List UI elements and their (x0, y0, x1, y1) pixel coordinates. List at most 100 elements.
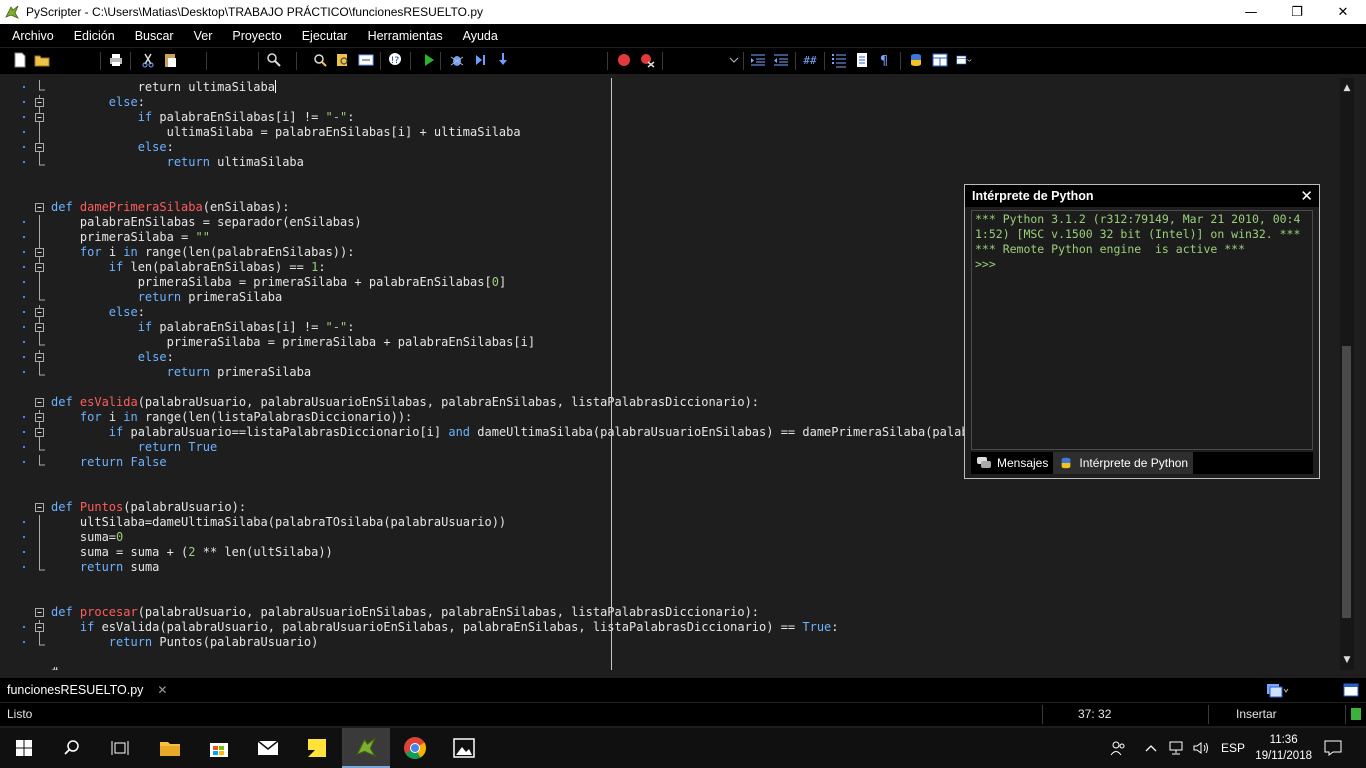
code-line[interactable]: primeraSilaba = "" (51, 230, 1062, 245)
code-line[interactable] (51, 380, 1062, 395)
code-line[interactable]: if esValida(palabraUsuario, palabraUsuar… (51, 620, 1062, 635)
code-line[interactable]: return primeraSilaba (51, 365, 1062, 380)
debug-icon[interactable] (449, 52, 465, 68)
breakpoint-marker[interactable] (23, 326, 25, 328)
code-line[interactable]: else: (51, 95, 1062, 110)
code-line[interactable]: return True (51, 440, 1062, 455)
minimize-button[interactable]: — (1228, 0, 1274, 24)
clock[interactable]: 11:36 19/11/2018 (1255, 732, 1312, 764)
step-into-icon[interactable] (495, 52, 511, 68)
breakpoint-marker[interactable] (23, 551, 25, 553)
code-line[interactable] (51, 575, 1062, 590)
tab-interprete[interactable]: Intérprete de Python (1053, 452, 1194, 474)
network-icon[interactable] (1168, 728, 1186, 768)
fold-marker[interactable] (35, 425, 44, 440)
find-icon[interactable] (266, 52, 282, 68)
code-line[interactable]: return False (51, 455, 1062, 470)
tab-mensajes[interactable]: Mensajes (971, 452, 1053, 474)
code-line[interactable]: ultimaSilaba = palabraEnSilabas[i] + ult… (51, 125, 1062, 140)
code-line[interactable]: for i in range(len(palabraEnSilabas)): (51, 245, 1062, 260)
menu-edicion[interactable]: Edición (71, 29, 118, 43)
file-info-icon[interactable] (854, 52, 870, 68)
code-line[interactable]: palabraEnSilabas = separador(enSilabas) (51, 215, 1062, 230)
fold-marker[interactable] (35, 503, 44, 512)
editor-vertical-scrollbar[interactable]: ▲ ▼ (1340, 78, 1354, 670)
breakpoint-marker[interactable] (23, 341, 25, 343)
maximize-editor-icon[interactable] (1343, 682, 1359, 698)
fold-marker[interactable] (35, 305, 44, 320)
fold-marker[interactable] (35, 320, 44, 335)
volume-icon[interactable] (1192, 728, 1210, 768)
scroll-thumb[interactable] (1342, 346, 1351, 618)
breakpoint-marker[interactable] (23, 101, 25, 103)
taskbar-store[interactable] (195, 728, 243, 768)
dedent-icon[interactable] (773, 52, 789, 68)
code-line[interactable] (51, 170, 1062, 185)
code-line[interactable] (51, 470, 1062, 485)
code-line[interactable]: if len(palabraEnSilabas) == 1: (51, 260, 1062, 275)
replace-icon[interactable] (312, 52, 328, 68)
code-line[interactable]: return Puntos(palabraUsuario) (51, 635, 1062, 650)
breakpoint-marker[interactable] (23, 251, 25, 253)
new-file-icon[interactable] (12, 52, 28, 68)
menu-archivo[interactable]: Archivo (9, 29, 57, 43)
menu-ejecutar[interactable]: Ejecutar (299, 29, 351, 43)
code-line[interactable] (51, 590, 1062, 605)
breakpoint-marker[interactable] (23, 371, 25, 373)
close-button[interactable]: ✕ (1320, 0, 1366, 24)
breakpoint-marker[interactable] (23, 431, 25, 433)
code-line[interactable]: def esValida(palabraUsuario, palabraUsua… (51, 395, 1062, 410)
code-line[interactable]: primeraSilaba = primeraSilaba + palabraE… (51, 275, 1062, 290)
breakpoint-marker[interactable] (23, 566, 25, 568)
breakpoint-marker[interactable] (23, 131, 25, 133)
fold-marker[interactable] (35, 260, 44, 275)
cut-icon[interactable] (140, 52, 156, 68)
fold-marker[interactable] (35, 410, 44, 425)
breakpoint-marker[interactable] (23, 236, 25, 238)
taskbar-sticky-notes[interactable] (293, 728, 341, 768)
fold-marker[interactable] (35, 620, 44, 635)
python-icon[interactable] (908, 52, 924, 68)
code-line[interactable]: if palabraEnSilabas[i] != "-": (51, 320, 1062, 335)
code-line[interactable]: return suma (51, 560, 1062, 575)
open-file-icon[interactable] (34, 52, 50, 68)
breakpoint-marker[interactable] (23, 356, 25, 358)
breakpoint-marker[interactable] (23, 281, 25, 283)
fold-marker[interactable] (35, 608, 44, 617)
paste-icon[interactable] (162, 52, 178, 68)
breakpoint-marker[interactable] (23, 311, 25, 313)
scroll-down-icon[interactable]: ▼ (1340, 652, 1354, 668)
code-line[interactable]: def procesar(palabraUsuario, palabraUsua… (51, 605, 1062, 620)
fold-marker[interactable] (35, 398, 44, 407)
menu-proyecto[interactable]: Proyecto (229, 29, 284, 43)
maximize-button[interactable]: ❐ (1274, 0, 1320, 24)
breakpoint-marker[interactable] (23, 461, 25, 463)
fold-marker[interactable] (35, 140, 44, 155)
breakpoint-icon[interactable] (616, 52, 632, 68)
fold-marker[interactable] (35, 110, 44, 125)
code-line[interactable]: ultSilaba=dameUltimaSilaba(palabraTOsila… (51, 515, 1062, 530)
taskbar-pyscripter[interactable] (342, 728, 390, 768)
file-tab-close-icon[interactable]: ✕ (157, 683, 167, 697)
code-line[interactable] (51, 185, 1062, 200)
comment-icon[interactable]: ## (802, 52, 818, 68)
start-button[interactable] (0, 728, 48, 768)
breakpoint-marker[interactable] (23, 146, 25, 148)
breakpoint-marker[interactable] (23, 296, 25, 298)
list-icon[interactable] (831, 52, 847, 68)
code-line[interactable]: else: (51, 350, 1062, 365)
fold-marker[interactable] (35, 95, 44, 110)
clear-breakpoints-icon[interactable] (639, 52, 655, 68)
code-line[interactable]: primeraSilaba = primeraSilaba + palabraE… (51, 335, 1062, 350)
scroll-up-icon[interactable]: ▲ (1340, 80, 1354, 96)
fold-marker[interactable] (35, 203, 44, 212)
code-line[interactable]: return primeraSilaba (51, 290, 1062, 305)
code-line[interactable]: # (51, 665, 1062, 670)
taskbar-photos[interactable] (440, 728, 488, 768)
dropdown-chevron-icon[interactable] (726, 52, 742, 68)
breakpoint-marker[interactable] (23, 641, 25, 643)
indent-icon[interactable] (750, 52, 766, 68)
breakpoint-marker[interactable] (23, 221, 25, 223)
goto-icon[interactable] (358, 52, 374, 68)
code-line[interactable]: suma = suma + (2 ** len(ultSilaba)) (51, 545, 1062, 560)
